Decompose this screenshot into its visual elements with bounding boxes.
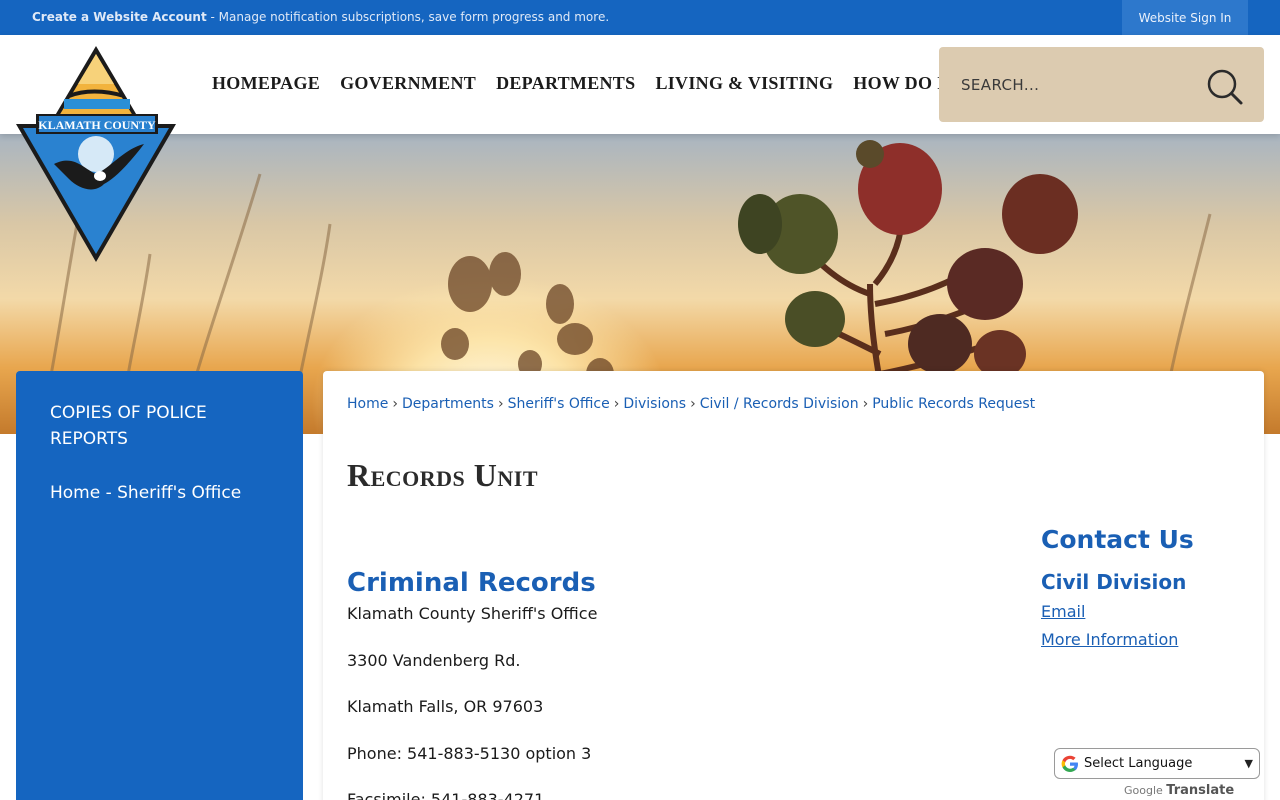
- sidebar-item-copies-of-police-reports[interactable]: COPIES OF POLICE REPORTS: [50, 400, 280, 452]
- account-message: Create a Website Account - Manage notifi…: [32, 10, 609, 24]
- breadcrumb-separator: ›: [862, 396, 869, 412]
- site-header: HOMEPAGE GOVERNMENT DEPARTMENTS LIVING &…: [0, 35, 1280, 134]
- more-information-link[interactable]: More Information: [1041, 630, 1178, 649]
- search-icon: [1207, 69, 1243, 105]
- breadcrumb-separator: ›: [690, 396, 696, 412]
- breadcrumb-divisions[interactable]: Divisions: [623, 396, 686, 412]
- breadcrumb-public-records-request[interactable]: Public Records Request: [872, 396, 1035, 412]
- breadcrumb-civil-records-division[interactable]: Civil / Records Division: [700, 396, 859, 412]
- chevron-down-icon: ▼: [1244, 757, 1253, 770]
- google-g-icon: [1061, 755, 1078, 772]
- phone-number: Phone: 541-883-5130 option 3: [347, 744, 592, 763]
- email-link[interactable]: Email: [1041, 602, 1085, 621]
- breadcrumb-home[interactable]: Home: [347, 396, 388, 412]
- contact-us-heading: Contact Us: [1041, 525, 1194, 554]
- search-box: [939, 47, 1264, 122]
- breadcrumb-separator: ›: [497, 396, 504, 412]
- account-message-text: - Manage notification subscriptions, sav…: [206, 10, 610, 24]
- sidebar: COPIES OF POLICE REPORTS Home - Sheriff'…: [16, 371, 303, 800]
- address-city: Klamath Falls, OR 97603: [347, 697, 544, 716]
- fax-number: Facsimile: 541-883-4271: [347, 790, 545, 800]
- language-select[interactable]: Select Language ▼: [1054, 748, 1260, 779]
- address-org: Klamath County Sheriff's Office: [347, 604, 598, 623]
- nav-living-visiting[interactable]: LIVING & VISITING: [655, 73, 833, 94]
- breadcrumb-departments[interactable]: Departments: [402, 396, 494, 412]
- search-input[interactable]: [961, 71, 1201, 99]
- nav-departments[interactable]: DEPARTMENTS: [496, 73, 635, 94]
- address-street: 3300 Vandenberg Rd.: [347, 651, 521, 670]
- website-sign-in-button[interactable]: Website Sign In: [1122, 0, 1248, 35]
- powered-by-google-translate: Google Translate: [1124, 783, 1234, 798]
- main-navigation: HOMEPAGE GOVERNMENT DEPARTMENTS LIVING &…: [212, 73, 979, 94]
- breadcrumb-separator: ›: [613, 396, 620, 412]
- google-wordmark: Google: [1124, 784, 1163, 797]
- create-account-link[interactable]: Create a Website Account: [32, 10, 207, 24]
- sidebar-item-home-sheriffs-office[interactable]: Home - Sheriff's Office: [50, 480, 280, 506]
- nav-government[interactable]: GOVERNMENT: [340, 73, 476, 94]
- language-select-label: Select Language: [1084, 756, 1193, 771]
- nav-homepage[interactable]: HOMEPAGE: [212, 73, 320, 94]
- search-button[interactable]: [1205, 67, 1245, 107]
- logo-text: KLAMATH COUNTY: [38, 118, 156, 132]
- civil-division-heading: Civil Division: [1041, 570, 1187, 594]
- breadcrumb-separator: ›: [392, 396, 398, 412]
- county-logo[interactable]: KLAMATH COUNTY: [14, 44, 180, 266]
- utility-bar: Create a Website Account - Manage notifi…: [0, 0, 1280, 35]
- main-content: Home › Departments › Sheriff's Office › Divisi…: [323, 371, 1264, 800]
- translate-link[interactable]: Translate: [1166, 783, 1234, 798]
- criminal-records-heading: Criminal Records: [347, 568, 596, 598]
- page-title: Records Unit: [347, 457, 539, 493]
- breadcrumb-sheriffs-office[interactable]: Sheriff's Office: [508, 396, 610, 412]
- county-logo-emblem: KLAMATH COUNTY: [16, 46, 176, 262]
- breadcrumb: Home › Departments › Sheriff's Office › Divisi…: [347, 396, 1035, 412]
